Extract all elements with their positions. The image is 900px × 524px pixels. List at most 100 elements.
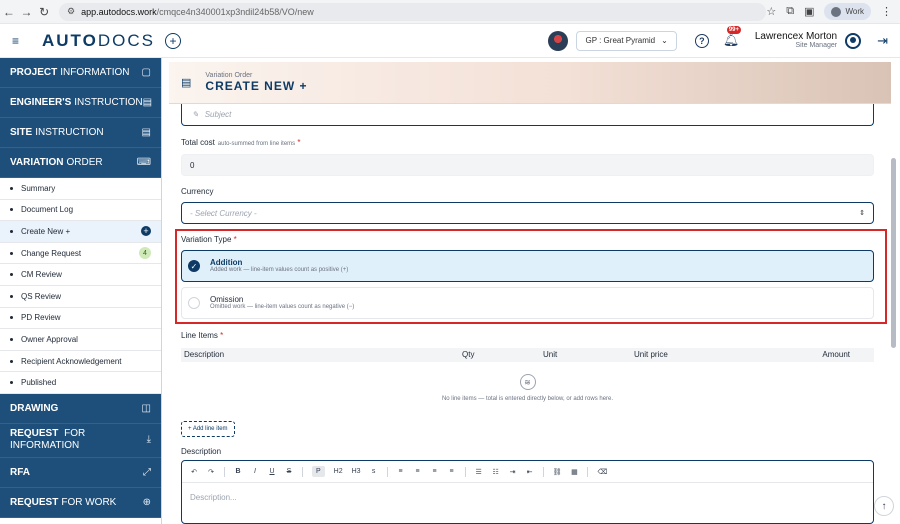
total-cost-label: Total cost auto-summed from line items * bbox=[181, 138, 301, 147]
sidebar-section-label-rest: INFORMATION bbox=[60, 67, 130, 78]
scroll-to-top-button[interactable]: ↑ bbox=[874, 496, 894, 516]
sidebar-item-qs-review[interactable]: QS Review bbox=[0, 286, 161, 308]
outdent-icon[interactable]: ⇤ bbox=[526, 468, 534, 476]
subject-placeholder: Subject bbox=[204, 110, 232, 119]
page-banner: ▤ Variation Order CREATE NEW + bbox=[169, 62, 891, 104]
sidebar-section-request-for-information[interactable]: REQUEST FOR INFORMATION ⤓ bbox=[0, 423, 161, 458]
table-icon[interactable]: ▦ bbox=[570, 468, 578, 476]
add-line-item-button[interactable]: + Add line item bbox=[181, 421, 235, 437]
currency-select[interactable]: - Select Currency - ⇕ bbox=[181, 202, 874, 224]
sidebar-item-label: Recipient Acknowledgement bbox=[21, 356, 122, 366]
reload-icon[interactable]: ↻ bbox=[35, 5, 53, 19]
heading3-button[interactable]: H3 bbox=[352, 468, 361, 475]
column-header: Qty bbox=[462, 350, 475, 359]
bullet bbox=[10, 186, 13, 190]
forward-icon[interactable]: → bbox=[18, 5, 36, 19]
sidebar-item-label: Published bbox=[21, 378, 57, 388]
align-center-icon[interactable]: ≡ bbox=[414, 468, 422, 475]
sidebar-item-label: PD Review bbox=[21, 313, 61, 323]
profile-button[interactable]: Work bbox=[824, 3, 871, 20]
align-justify-icon[interactable]: ≡ bbox=[448, 468, 456, 475]
sidebar-section-request-for-work[interactable]: REQUEST FOR WORK ⊕ bbox=[0, 487, 161, 518]
redo-icon[interactable]: ↷ bbox=[207, 468, 215, 476]
sidebar-item-change-request[interactable]: Change Request 4 bbox=[0, 243, 161, 265]
sidebar-section-rfa[interactable]: RFA ⤢ bbox=[0, 457, 161, 488]
brand-bold: AUTO bbox=[42, 30, 98, 50]
variation-type-addition[interactable]: ✓ Addition Added work — line-item values… bbox=[181, 250, 874, 282]
sidebar-item-recipient-acknowledgement[interactable]: Recipient Acknowledgement bbox=[0, 351, 161, 373]
undo-icon[interactable]: ↶ bbox=[190, 468, 198, 476]
back-icon[interactable]: ← bbox=[0, 5, 18, 19]
address-bar[interactable]: ⚙ app.autodocs.work /cmqce4n340001xp3ndi… bbox=[59, 2, 767, 21]
target-icon: ⊕ bbox=[142, 496, 151, 508]
subject-input[interactable]: ✎ Subject bbox=[181, 104, 874, 126]
page-title: CREATE NEW + bbox=[205, 78, 308, 93]
variation-type-omission[interactable]: Omission Omitted work — line-item values… bbox=[181, 287, 874, 319]
scrollbar-thumb[interactable] bbox=[891, 158, 896, 348]
sidebar-item-document-log[interactable]: Document Log bbox=[0, 200, 161, 222]
sidebar-item-create-new[interactable]: Create New + + bbox=[0, 221, 161, 243]
description-label: Description bbox=[181, 447, 222, 456]
currency-placeholder: - Select Currency - bbox=[190, 208, 257, 218]
help-icon[interactable]: ? bbox=[694, 33, 709, 48]
numbered-list-icon[interactable]: ☷ bbox=[492, 468, 500, 476]
notification-button[interactable]: 🔔︎ 99+ bbox=[723, 25, 742, 50]
bullet bbox=[10, 337, 13, 341]
split-view-icon[interactable]: ▣ bbox=[804, 5, 814, 18]
project-select-value: GP : Great Pyramid bbox=[585, 36, 656, 45]
sidebar-item-owner-approval[interactable]: Owner Approval bbox=[0, 329, 161, 351]
bullet bbox=[10, 251, 13, 255]
browser-menu-icon[interactable]: ⋮ bbox=[881, 5, 892, 18]
sidebar-item-cm-review[interactable]: CM Review bbox=[0, 264, 161, 286]
brand-logo[interactable]: AUTODOCS bbox=[42, 31, 155, 51]
indent-icon[interactable]: ⇥ bbox=[509, 468, 517, 476]
column-header: Description bbox=[184, 350, 225, 359]
bullet bbox=[10, 229, 13, 233]
bold-button[interactable]: B bbox=[234, 468, 242, 475]
sidebar-item-published[interactable]: Published bbox=[0, 372, 161, 394]
heading2-button[interactable]: H2 bbox=[334, 468, 343, 475]
sidebar-section-label-rest: INSTRUCTION bbox=[74, 97, 143, 108]
sidebar-item-summary[interactable]: Summary bbox=[0, 178, 161, 200]
sidebar-section-site-instruction[interactable]: SITE INSTRUCTION ▤ bbox=[0, 118, 161, 148]
bullet bbox=[10, 359, 13, 363]
paragraph-button[interactable]: P bbox=[312, 466, 325, 477]
strikethrough-button[interactable]: S bbox=[285, 468, 293, 475]
sidebar-item-label: CM Review bbox=[21, 270, 62, 280]
sidebar-section-drawing[interactable]: DRAWING ◫ bbox=[0, 393, 161, 424]
variation-type-label: Variation Type * bbox=[181, 235, 237, 244]
bullet-list-icon[interactable]: ☰ bbox=[475, 468, 483, 476]
align-right-icon[interactable]: ≡ bbox=[431, 468, 439, 475]
description-editor[interactable]: ↶ ↷ B I U S P H2 H3 s ≡ ≡ ≡ ≡ ☰ ☷ ⇥ ⇤ ⛓ … bbox=[181, 460, 874, 524]
project-select[interactable]: GP : Great Pyramid ⌄ bbox=[576, 30, 677, 51]
sidebar-section-project-information[interactable]: PROJECT INFORMATION ▢ bbox=[0, 58, 161, 88]
extensions-icon[interactable]: ⧉ bbox=[786, 5, 794, 18]
sidebar-item-pd-review[interactable]: PD Review bbox=[0, 308, 161, 330]
underline-button[interactable]: U bbox=[268, 468, 276, 475]
column-header: Amount bbox=[822, 350, 850, 359]
sidebar-section-variation-order[interactable]: VARIATION ORDER ⌨ bbox=[0, 148, 161, 178]
sidebar-section-engineers-instruction[interactable]: ENGINEER'S INSTRUCTION ▤ bbox=[0, 88, 161, 118]
logout-icon[interactable]: ⇥ bbox=[877, 33, 888, 49]
align-left-icon[interactable]: ≡ bbox=[397, 468, 405, 475]
site-settings-icon[interactable]: ⚙ bbox=[67, 6, 75, 17]
star-icon[interactable]: ☆ bbox=[766, 5, 776, 18]
column-header: Unit price bbox=[634, 350, 668, 359]
sidebar-item-label: Document Log bbox=[21, 205, 74, 215]
option-title: Omission bbox=[210, 294, 244, 304]
italic-button[interactable]: I bbox=[251, 468, 259, 475]
avatar[interactable] bbox=[845, 32, 862, 49]
sidebar-section-label: REQUEST bbox=[10, 427, 59, 439]
link-icon[interactable]: ⛓ bbox=[553, 468, 562, 476]
sidebar-section-label-rest: INSTRUCTION bbox=[35, 127, 104, 138]
line-items-label: Line Items * bbox=[181, 331, 223, 340]
small-text-button[interactable]: s bbox=[370, 468, 378, 475]
sidebar-section-label-rest: FOR WORK bbox=[61, 496, 117, 508]
sidebar-item-label: Summary bbox=[21, 183, 56, 193]
add-icon[interactable]: + bbox=[164, 32, 181, 49]
clear-format-icon[interactable]: ⌫ bbox=[597, 468, 607, 476]
sidebar-toggle-icon[interactable]: ≡ bbox=[12, 34, 30, 48]
scrollbar[interactable] bbox=[891, 64, 896, 516]
bullet bbox=[10, 208, 13, 212]
option-title: Addition bbox=[210, 257, 243, 267]
